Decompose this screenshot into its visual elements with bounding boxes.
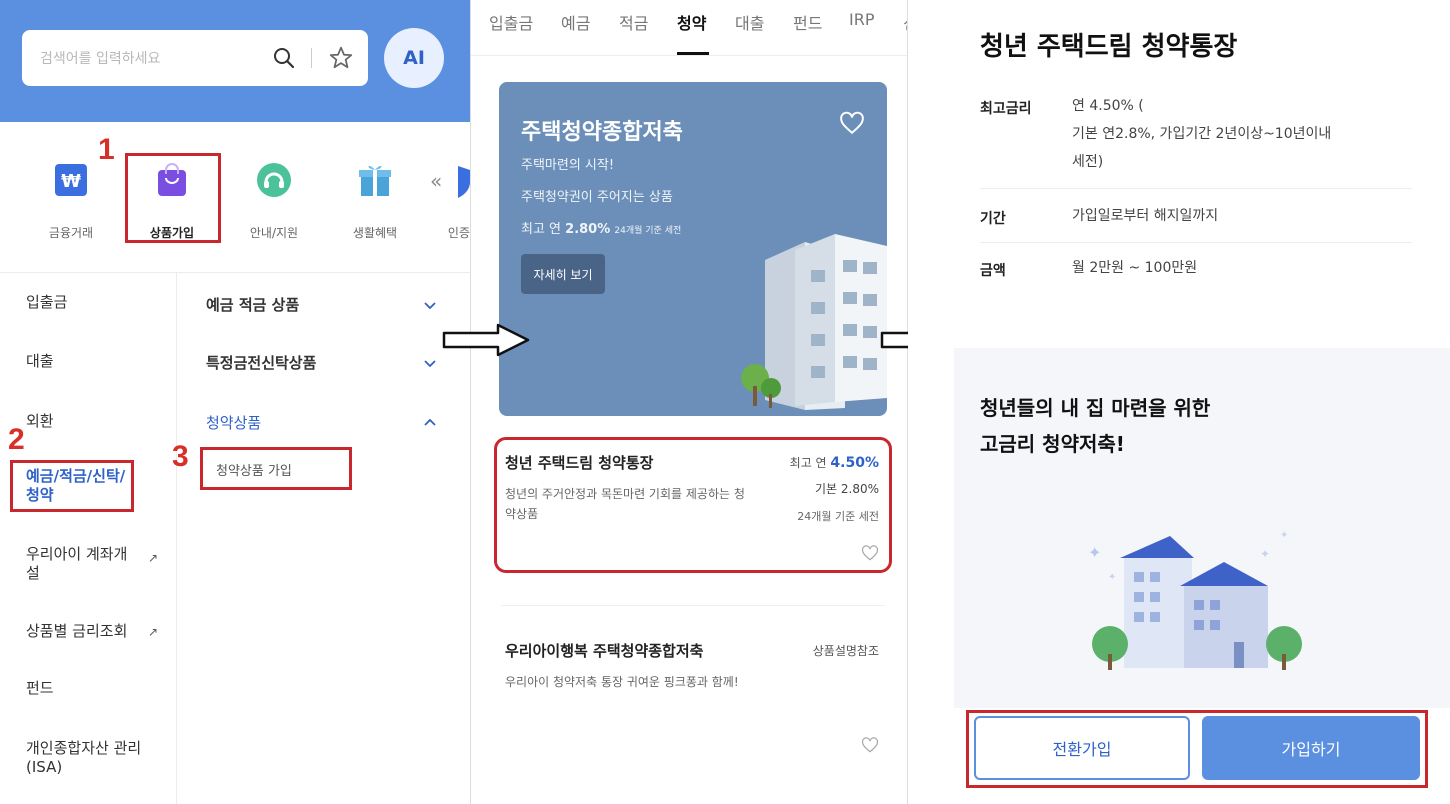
divider bbox=[980, 188, 1412, 189]
banner-rate-line: 최고 연 2.80% 24개월 기준 세전 bbox=[521, 218, 681, 237]
tab-deposit[interactable]: 예금 bbox=[561, 10, 590, 34]
nav-item-child-account[interactable]: 우리아이 계좌개설 bbox=[26, 545, 136, 583]
tab-loan[interactable]: 대출 bbox=[735, 10, 764, 34]
nav-item-fund[interactable]: 펀드 bbox=[26, 679, 54, 698]
svg-text:✦: ✦ bbox=[1088, 543, 1101, 562]
banner-rate-prefix: 최고 연 bbox=[521, 222, 562, 237]
tab-irp[interactable]: IRP bbox=[849, 10, 874, 29]
submenu-deposit-savings[interactable]: 예금 적금 상품 bbox=[206, 294, 299, 315]
submenu-specific-money-trust[interactable]: 특정금전신탁상품 bbox=[206, 352, 316, 373]
banner-line: 주택청약권이 주어지는 상품 bbox=[521, 190, 673, 205]
detail-key-amount: 금액 bbox=[980, 263, 1006, 279]
product-rate-reference: 상품설명참조 bbox=[812, 644, 879, 658]
tab-fund[interactable]: 펀드 bbox=[793, 10, 822, 34]
house-illustration: ✦ ✦ ✦ ✦ bbox=[1088, 530, 1302, 670]
detail-value-amount: 월 2만원 ~ 100만원 bbox=[1072, 260, 1198, 276]
nav-item-foreign-exchange[interactable]: 외환 bbox=[26, 412, 54, 431]
chevron-down-icon[interactable] bbox=[422, 355, 438, 371]
tab-subscription[interactable]: 청약 bbox=[677, 10, 706, 34]
detail-value-period: 가입일로부터 해지일까지 bbox=[1072, 208, 1219, 224]
detail-value-max-rate: 연 4.50% ( 기본 연2.8%, 가입기간 2년이상~10년이내 세전) bbox=[1072, 92, 1412, 176]
star-icon[interactable] bbox=[328, 45, 354, 71]
product-description: 우리아이 청약저축 통장 귀여운 핑크퐁과 함께! bbox=[505, 675, 739, 689]
svg-text:✦: ✦ bbox=[1280, 530, 1288, 541]
featured-product-banner[interactable]: 주택청약종합저축 주택마련의 시작! 주택청약권이 주어지는 상품 최고 연 2… bbox=[499, 82, 887, 416]
nav-item-loan[interactable]: 대출 bbox=[26, 352, 54, 371]
svg-text:«: « bbox=[430, 169, 442, 193]
divider bbox=[501, 605, 885, 606]
svg-text:✦: ✦ bbox=[1108, 572, 1116, 583]
search-separator bbox=[311, 48, 312, 68]
shield-icon: « bbox=[430, 166, 470, 198]
submenu-subscription-products[interactable]: 청약상품 bbox=[206, 412, 261, 433]
product-name: 우리아이행복 주택청약종합저축 bbox=[505, 642, 704, 660]
divider bbox=[0, 272, 470, 273]
category-label: 안내/지원 bbox=[249, 226, 299, 240]
active-tab-indicator bbox=[677, 52, 709, 55]
product-tab-bar: 입출금 예금 적금 청약 대출 펀드 IRP 신 bbox=[471, 0, 907, 56]
promo-line: 고금리 청약저축! bbox=[980, 432, 1125, 456]
step-number-1: 1 bbox=[98, 133, 115, 166]
column-divider bbox=[176, 273, 177, 804]
nav-item-deposit-withdrawal[interactable]: 입출금 bbox=[26, 293, 67, 312]
app-header: 검색어를 입력하세요 AI bbox=[0, 0, 470, 122]
product-list-panel: 입출금 예금 적금 청약 대출 펀드 IRP 신 주택청약종합저축 주택마련의 … bbox=[470, 0, 908, 804]
rate-line: 기본 연2.8%, 가입기간 2년이상~10년이내 bbox=[1072, 126, 1332, 142]
apartment-building-illustration bbox=[741, 234, 887, 410]
banner-rate-note: 24개월 기준 세전 bbox=[614, 226, 682, 236]
divider bbox=[980, 242, 1412, 243]
detail-key-period: 기간 bbox=[980, 211, 1006, 227]
view-details-button[interactable]: 자세히 보기 bbox=[521, 254, 605, 294]
detail-key-max-rate: 최고금리 bbox=[980, 101, 1032, 117]
chevron-down-icon[interactable] bbox=[422, 297, 438, 313]
search-input[interactable]: 검색어를 입력하세요 bbox=[40, 48, 160, 68]
banner-rate-value: 2.80% bbox=[565, 222, 611, 237]
tab-savings[interactable]: 적금 bbox=[619, 10, 648, 34]
won-card-icon: ₩ bbox=[55, 164, 87, 196]
svg-text:₩: ₩ bbox=[61, 171, 81, 192]
menu-panel: 검색어를 입력하세요 AI ₩ 금융거래 상품가입 안내/지원 생활혜택 « 인… bbox=[0, 0, 470, 804]
category-life-benefits[interactable]: 생활혜택 bbox=[330, 160, 420, 241]
highlight-box-step-2 bbox=[10, 460, 134, 512]
banner-line: 주택마련의 시작! bbox=[521, 158, 615, 173]
step-number-2: 2 bbox=[8, 423, 25, 456]
gift-icon bbox=[359, 165, 391, 196]
nav-item-isa[interactable]: 개인종합자산 관리(ISA) bbox=[26, 739, 146, 777]
page-title: 청년 주택드림 청약통장 bbox=[980, 32, 1238, 62]
search-icon[interactable] bbox=[272, 46, 296, 70]
category-label: 인증 bbox=[447, 226, 470, 240]
ai-avatar-button[interactable]: AI bbox=[384, 28, 444, 88]
product-detail-panel: 청년 주택드림 청약통장 최고금리 연 4.50% ( 기본 연2.8%, 가입… bbox=[908, 0, 1450, 804]
switch-signup-button[interactable]: 전환가입 bbox=[974, 716, 1190, 780]
promo-section: 청년들의 내 집 마련을 위한 고금리 청약저축! ✦ ✦ ✦ ✦ bbox=[954, 348, 1450, 708]
banner-title: 주택청약종합저축 bbox=[521, 120, 683, 145]
nav-item-rate-lookup[interactable]: 상품별 금리조회 bbox=[26, 622, 127, 641]
chevron-up-icon[interactable] bbox=[422, 414, 438, 430]
heart-icon[interactable] bbox=[839, 110, 865, 136]
highlight-box-step-3 bbox=[200, 447, 352, 490]
category-financial-transaction[interactable]: ₩ 금융거래 bbox=[26, 160, 116, 241]
svg-text:✦: ✦ bbox=[1260, 547, 1270, 561]
category-guide-support[interactable]: 안내/지원 bbox=[229, 160, 319, 241]
category-certification[interactable]: « 인증 bbox=[430, 160, 470, 241]
promo-line: 청년들의 내 집 마련을 위한 bbox=[980, 396, 1211, 420]
search-bar[interactable]: 검색어를 입력하세요 bbox=[22, 30, 368, 86]
category-label: 금융거래 bbox=[48, 226, 94, 240]
step-number-3: 3 bbox=[172, 440, 189, 473]
external-link-icon: ↗ bbox=[148, 551, 159, 565]
support-icon bbox=[257, 163, 291, 197]
rate-line: 세전) bbox=[1072, 154, 1104, 170]
rate-line: 연 4.50% ( bbox=[1072, 98, 1144, 114]
category-label: 생활혜택 bbox=[352, 226, 398, 240]
highlight-box-step-1 bbox=[125, 153, 221, 243]
highlight-box-product bbox=[494, 437, 892, 573]
external-link-icon: ↗ bbox=[148, 625, 159, 639]
flow-arrow-icon bbox=[442, 323, 530, 357]
tab-deposit-withdrawal[interactable]: 입출금 bbox=[489, 10, 533, 34]
signup-button[interactable]: 가입하기 bbox=[1202, 716, 1420, 780]
promo-headline: 청년들의 내 집 마련을 위한 고금리 청약저축! bbox=[980, 390, 1340, 462]
heart-icon[interactable] bbox=[861, 736, 879, 754]
